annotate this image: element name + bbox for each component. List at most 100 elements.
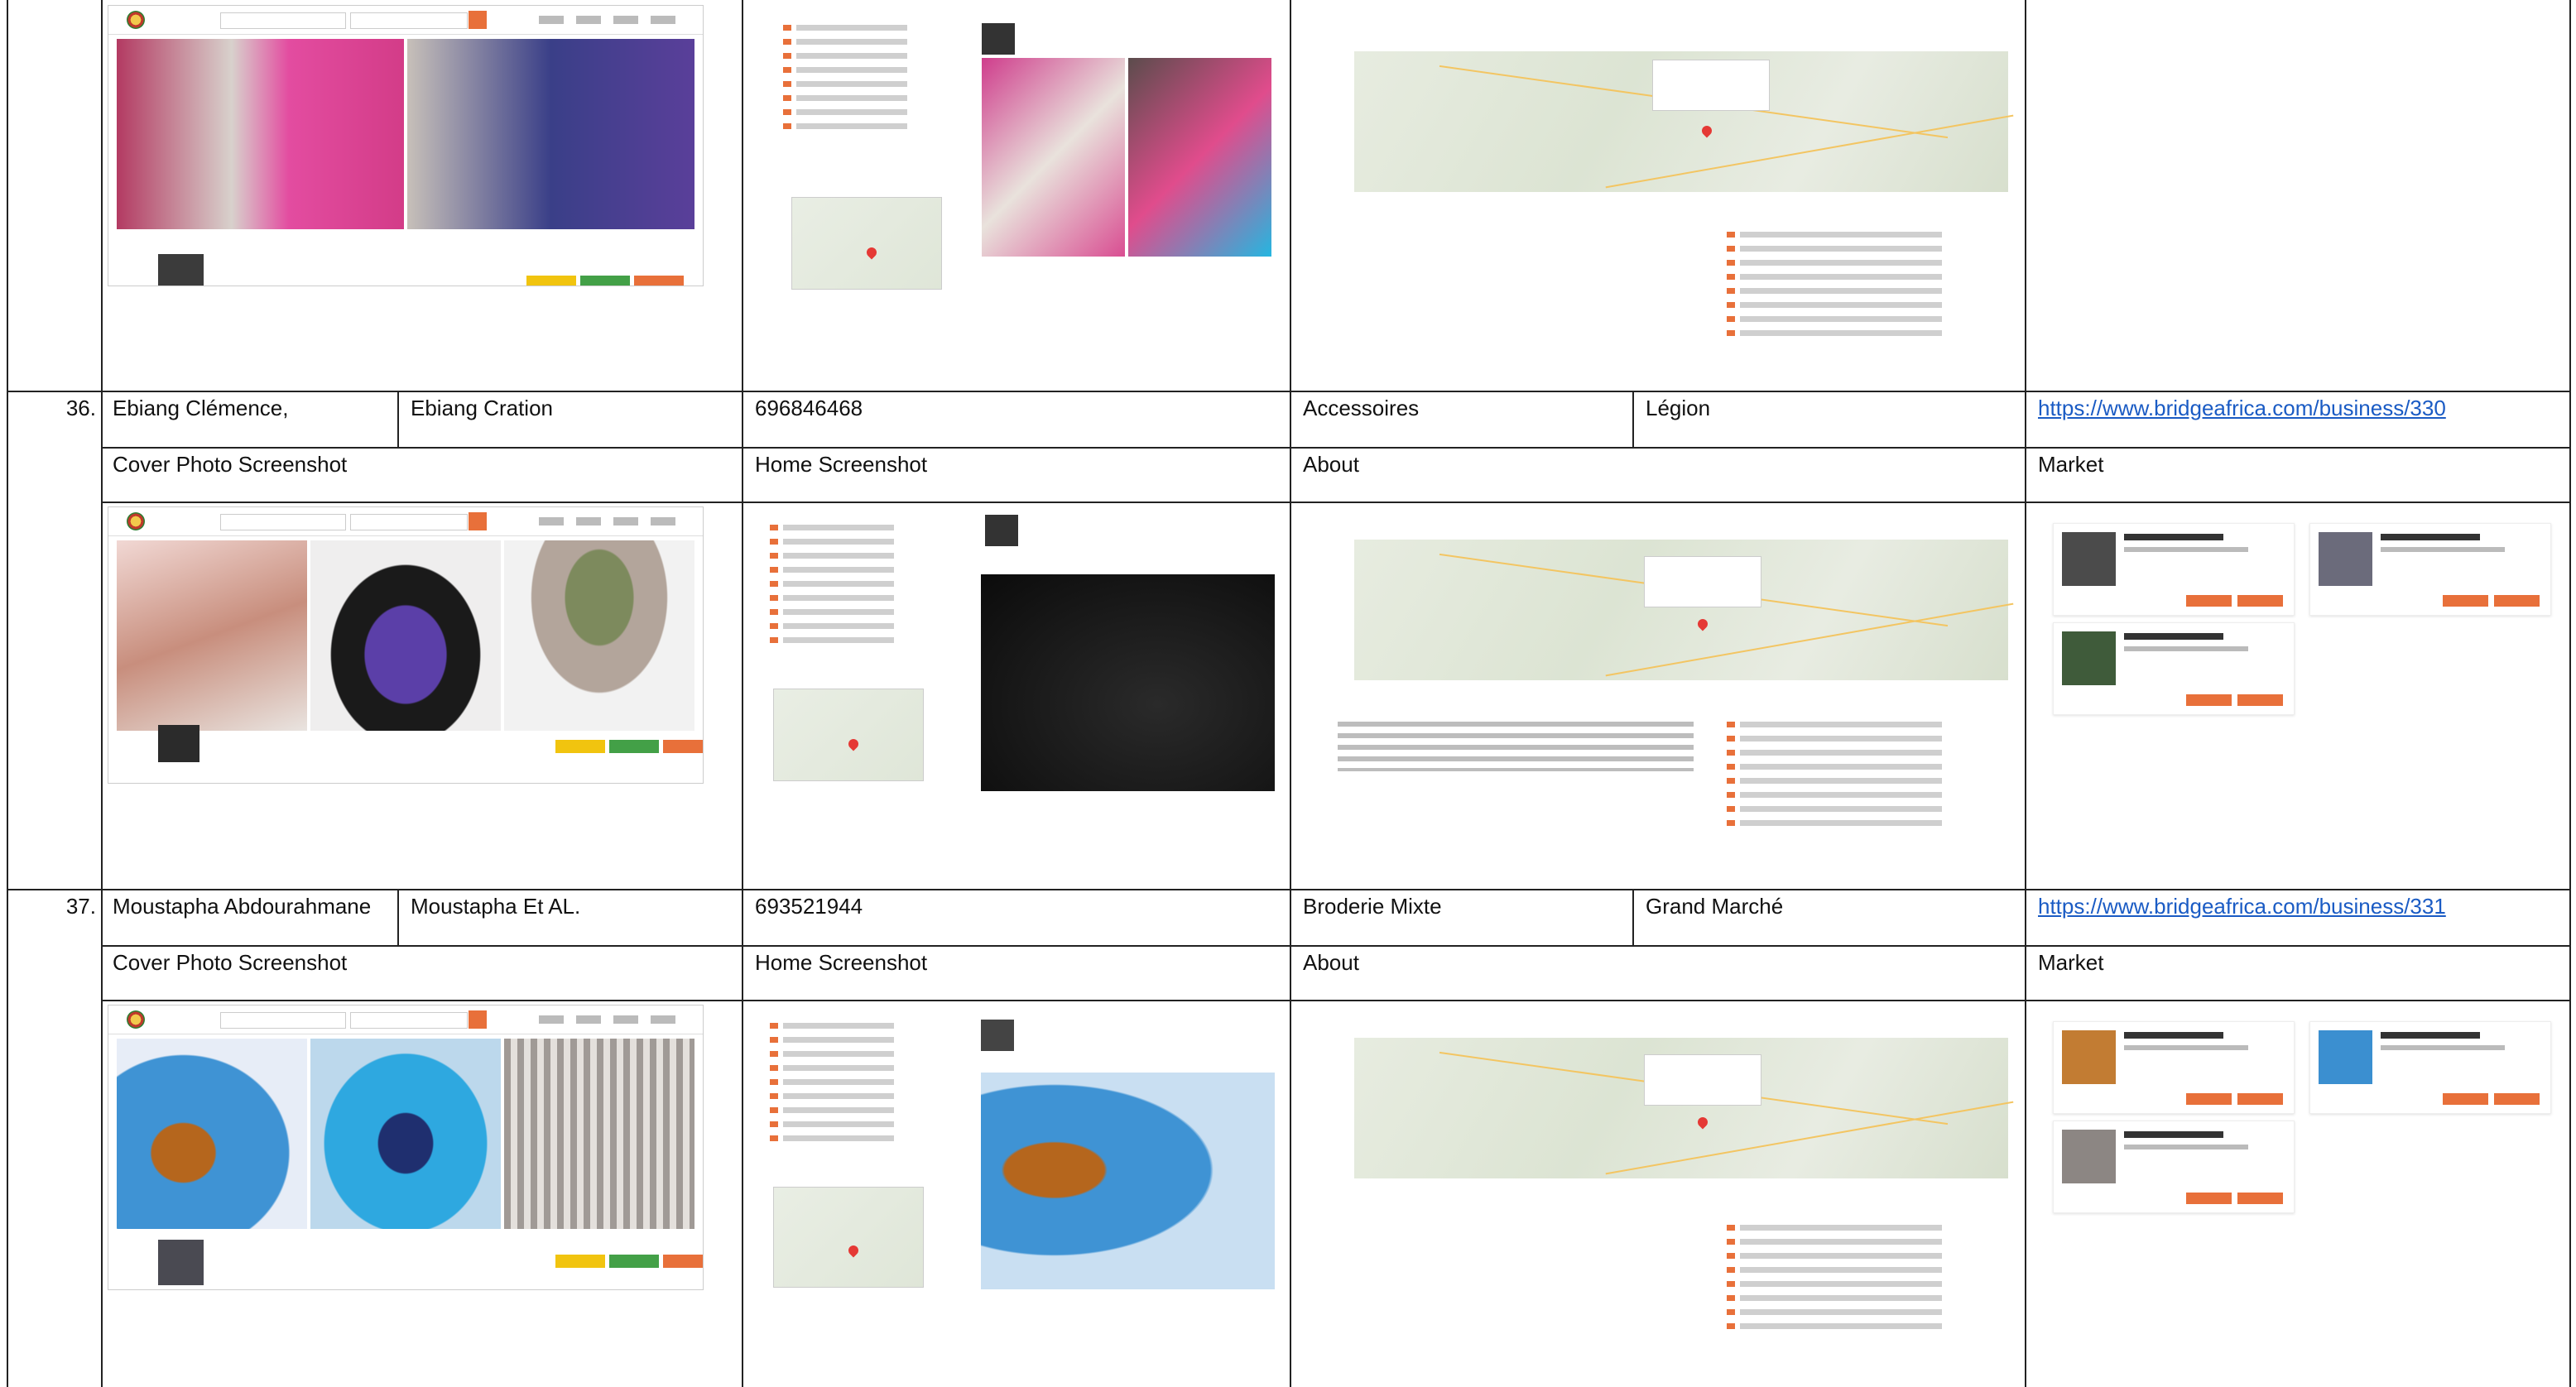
pill xyxy=(634,276,684,286)
product-description xyxy=(2124,1045,2248,1050)
about-screenshot xyxy=(1321,8,2025,389)
pill xyxy=(526,276,576,286)
cover-photos xyxy=(117,39,694,229)
product-button xyxy=(2443,1093,2488,1105)
product-button xyxy=(2186,1093,2232,1105)
location: Grand Marché xyxy=(1646,894,1784,919)
owner-name: Ebiang Clémence, xyxy=(113,396,289,420)
avatar xyxy=(985,515,1018,546)
phone-number: 696846468 xyxy=(755,396,863,420)
row-divider xyxy=(101,447,2571,449)
about-map xyxy=(1354,540,2014,680)
nav-links xyxy=(539,16,688,24)
home-sidebar xyxy=(770,516,911,651)
cover-photo xyxy=(310,540,501,731)
map-pin-icon xyxy=(1695,617,1710,631)
row-divider xyxy=(101,502,2571,503)
cover-photos xyxy=(117,1039,694,1229)
about-description xyxy=(1338,722,1694,771)
map-info-popup xyxy=(1644,1054,1761,1106)
product-button xyxy=(2237,1193,2283,1204)
product-description xyxy=(2124,646,2248,651)
home-post-image xyxy=(982,58,1271,257)
row-divider xyxy=(7,391,2571,392)
site-header xyxy=(108,6,703,35)
mini-map xyxy=(773,1187,924,1288)
profile-row xyxy=(158,1240,703,1289)
about-map xyxy=(1354,1038,2014,1178)
nav-links xyxy=(539,517,688,526)
map-info-popup xyxy=(1644,556,1761,607)
map-info-popup xyxy=(1652,60,1770,111)
column-divider xyxy=(397,391,399,449)
search-icon xyxy=(469,11,487,29)
cover-photo xyxy=(117,1039,307,1229)
row-divider xyxy=(7,889,2571,890)
product-card xyxy=(2309,1021,2551,1114)
product-title xyxy=(2124,1032,2223,1039)
bridgeafrica-logo xyxy=(127,1010,145,1029)
product-button xyxy=(2237,1093,2283,1105)
product-button xyxy=(2443,595,2488,607)
cover-photo xyxy=(504,1039,694,1229)
search-input xyxy=(220,514,346,530)
cover-screenshot xyxy=(108,506,704,784)
product-title xyxy=(2381,1032,2480,1039)
product-card xyxy=(2309,523,2551,616)
about-label: About xyxy=(1303,452,1359,477)
map-pin-icon xyxy=(1695,1115,1710,1130)
product-image xyxy=(2319,1030,2372,1084)
location-input xyxy=(350,12,468,29)
product-description xyxy=(2124,1145,2248,1149)
about-screenshot xyxy=(1321,506,2025,879)
product-button xyxy=(2186,694,2232,706)
cover-photo xyxy=(117,540,307,731)
market-screenshot xyxy=(2045,506,2566,722)
table-border-left xyxy=(7,0,8,1387)
product-title xyxy=(2381,534,2480,540)
home-sidebar xyxy=(770,1015,911,1149)
about-details xyxy=(1727,713,1942,834)
product-button xyxy=(2186,595,2232,607)
location-input xyxy=(350,514,468,530)
product-description xyxy=(2124,547,2248,552)
pill xyxy=(555,740,605,753)
avatar xyxy=(981,1020,1014,1051)
home-post-image xyxy=(981,1073,1275,1289)
home-screenshot xyxy=(775,8,1288,290)
cover-screenshot xyxy=(108,1005,704,1290)
product-description xyxy=(2381,1045,2505,1050)
search-icon xyxy=(469,1010,487,1029)
market-screenshot xyxy=(2045,1005,2566,1220)
home-screenshot xyxy=(762,508,1283,798)
avatar xyxy=(158,1240,204,1285)
location-input xyxy=(350,1012,468,1029)
business-name: Moustapha Et AL. xyxy=(411,894,581,919)
business-link[interactable]: https://www.bridgeafrica.com/business/33… xyxy=(2038,894,2446,919)
business-link[interactable]: https://www.bridgeafrica.com/business/33… xyxy=(2038,396,2446,420)
pill xyxy=(663,740,703,753)
product-button xyxy=(2237,595,2283,607)
mini-map xyxy=(773,689,924,781)
map-pin-icon xyxy=(846,1243,861,1258)
product-card xyxy=(2053,1021,2295,1114)
category: Accessoires xyxy=(1303,396,1420,420)
product-title xyxy=(2124,633,2223,640)
pill xyxy=(663,1255,703,1268)
site-header xyxy=(108,507,703,536)
row-divider xyxy=(101,945,2571,947)
pill xyxy=(609,740,659,753)
about-map xyxy=(1354,51,2014,192)
product-card xyxy=(2053,523,2295,616)
market-label: Market xyxy=(2038,950,2104,975)
row-number: 36. xyxy=(65,396,96,420)
product-button xyxy=(2237,694,2283,706)
product-title xyxy=(2124,1131,2223,1138)
column-divider xyxy=(101,0,103,1387)
product-description xyxy=(2381,547,2505,552)
about-details xyxy=(1727,1217,1942,1337)
pill xyxy=(609,1255,659,1268)
product-image xyxy=(2062,532,2116,586)
product-button xyxy=(2186,1193,2232,1204)
search-input xyxy=(220,12,346,29)
